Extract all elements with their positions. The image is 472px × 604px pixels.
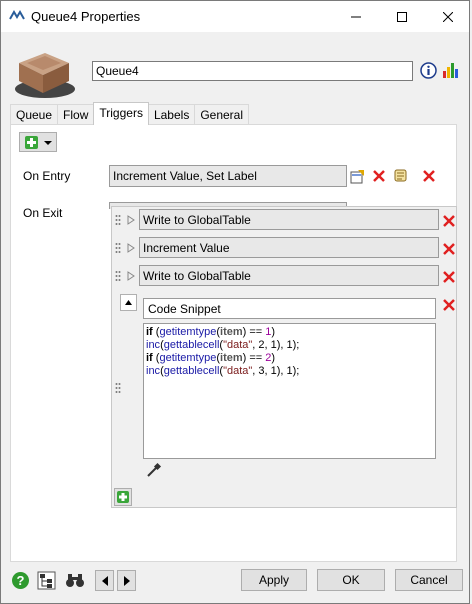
tab-triggers[interactable]: Triggers	[93, 102, 149, 125]
minimize-button[interactable]	[333, 1, 379, 32]
ok-button[interactable]: OK	[317, 569, 385, 591]
apply-button[interactable]: Apply	[241, 569, 307, 591]
tab-queue[interactable]: Queue	[10, 104, 59, 125]
add-plus-icon	[117, 491, 129, 503]
code-editor[interactable]: if (getitemtype(item) == 1) inc(gettable…	[143, 323, 436, 459]
expand-arrow-icon[interactable]	[127, 243, 135, 253]
add-row-button[interactable]	[114, 488, 132, 506]
help-icon[interactable]: ?	[11, 571, 30, 590]
svg-text:?: ?	[17, 573, 25, 588]
remove-row-icon[interactable]	[442, 270, 456, 284]
tab-labels[interactable]: Labels	[147, 104, 196, 125]
tab-strip: Queue Flow Triggers Labels General	[10, 102, 250, 125]
arrow-right-icon	[123, 575, 130, 586]
expand-arrow-icon[interactable]	[127, 271, 135, 281]
code-edit-icon[interactable]	[393, 168, 408, 183]
code-line-3: if (getitemtype(item) == 2)	[146, 352, 276, 364]
properties-window: Queue4 Properties Queue Flow Triggers	[0, 0, 470, 604]
code-line-4: inc(gettablecell("data", 3, 1), 1);	[146, 365, 300, 377]
window-title: Queue4 Properties	[31, 9, 141, 24]
remove-row-icon[interactable]	[442, 298, 456, 312]
previous-button[interactable]	[95, 570, 114, 591]
drag-handle-icon[interactable]	[115, 242, 121, 254]
code-line-1: if (getitemtype(item) == 1)	[146, 326, 276, 338]
close-icon	[443, 11, 453, 22]
tab-flow[interactable]: Flow	[57, 104, 95, 125]
info-icon[interactable]	[420, 62, 437, 79]
queue-object-icon	[15, 53, 75, 98]
object-name-input[interactable]	[92, 61, 413, 81]
drag-handle-icon[interactable]	[115, 270, 121, 282]
on-exit-label: On Exit	[23, 206, 63, 220]
clear-trigger-icon[interactable]	[422, 169, 436, 183]
tab-general[interactable]: General	[194, 104, 250, 125]
add-plus-icon	[25, 136, 52, 149]
drag-handle-icon[interactable]	[115, 214, 121, 226]
cancel-button[interactable]: Cancel	[395, 569, 463, 591]
drag-handle-icon[interactable]	[115, 382, 121, 394]
code-line-2: inc(gettablecell("data", 2, 1), 1);	[146, 339, 300, 351]
trigger-row-increment-value[interactable]: Increment Value	[139, 237, 439, 258]
title-bar: Queue4 Properties	[1, 1, 469, 32]
trigger-row-write-globaltable-1[interactable]: Write to GlobalTable	[139, 209, 439, 230]
arrow-left-icon	[101, 575, 108, 586]
on-entry-label: On Entry	[23, 169, 71, 183]
remove-row-icon[interactable]	[442, 214, 456, 228]
eyedropper-icon[interactable]	[146, 462, 162, 478]
maximize-icon	[397, 11, 407, 22]
on-entry-field[interactable]: Increment Value, Set Label	[109, 165, 347, 187]
add-trigger-dropdown[interactable]	[19, 132, 57, 152]
next-button[interactable]	[117, 570, 136, 591]
maximize-button[interactable]	[379, 1, 425, 32]
collapse-button[interactable]	[120, 294, 137, 311]
collapse-arrow-icon	[125, 300, 132, 305]
remove-row-icon[interactable]	[442, 242, 456, 256]
expand-arrow-icon[interactable]	[127, 215, 135, 225]
edit-properties-icon[interactable]	[350, 169, 365, 184]
trigger-row-write-globaltable-2[interactable]: Write to GlobalTable	[139, 265, 439, 286]
code-snippet-title-input[interactable]: Code Snippet	[143, 298, 436, 319]
app-logo-icon	[9, 10, 25, 20]
remove-trigger-icon[interactable]	[372, 169, 386, 183]
minimize-icon	[351, 16, 361, 17]
statistics-chart-icon[interactable]	[442, 60, 459, 79]
close-button[interactable]	[425, 1, 471, 32]
find-binoculars-icon[interactable]	[65, 571, 85, 590]
tree-view-icon[interactable]	[37, 571, 56, 590]
